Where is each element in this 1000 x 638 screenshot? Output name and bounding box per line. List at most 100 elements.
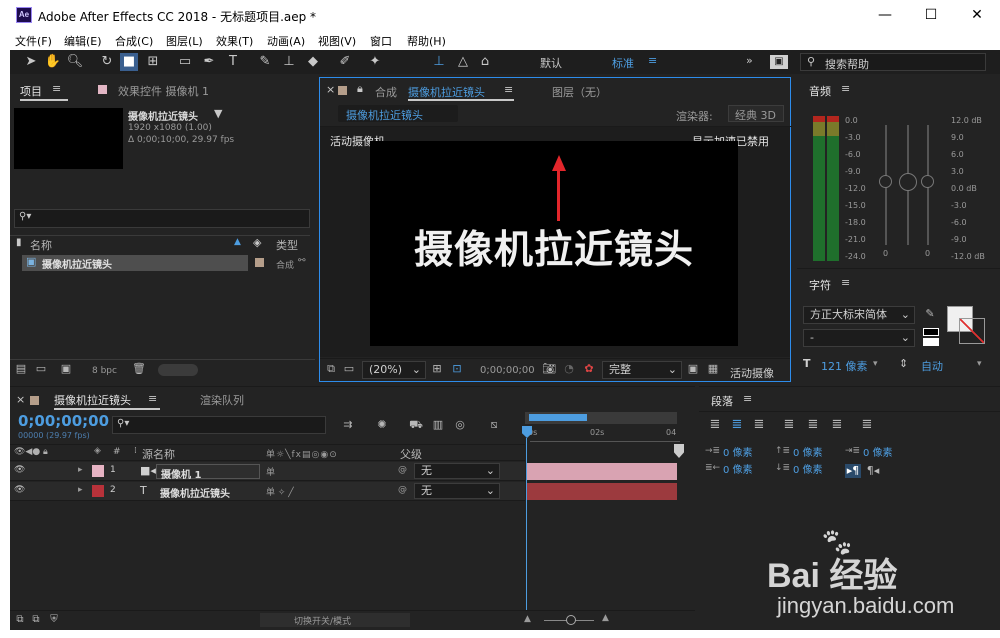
indent-left-value[interactable]: 0 像素: [723, 444, 753, 459]
grid-options-icon[interactable]: ⊞: [430, 362, 444, 376]
layer-name-field[interactable]: 摄像机 1: [156, 464, 260, 481]
puppet-pin-tool-icon[interactable]: ✦: [366, 53, 384, 71]
tab-timeline-comp[interactable]: 摄像机拉近镜头: [54, 392, 131, 408]
col-type-header[interactable]: 类型: [276, 237, 298, 253]
tab-composition[interactable]: 摄像机拉近镜头: [408, 84, 485, 100]
tab-project[interactable]: 项目: [20, 83, 42, 99]
eyedropper-icon[interactable]: ✎: [923, 307, 937, 321]
toggle-switches-modes-button[interactable]: 切换开关/模式: [260, 613, 410, 627]
tab-layer[interactable]: 图层（无）: [552, 84, 607, 100]
panel-menu-icon[interactable]: ≡: [148, 392, 157, 405]
tab-effect-controls[interactable]: 效果控件 摄像机 1: [118, 83, 209, 99]
menu-effect[interactable]: 效果(T): [216, 33, 253, 49]
close-icon[interactable]: ×: [16, 393, 25, 406]
composition-canvas[interactable]: 摄像机拉近镜头: [370, 141, 738, 346]
layer-duration-bar[interactable]: [527, 483, 677, 500]
rtl-direction-icon[interactable]: ¶◂: [865, 464, 881, 478]
menu-layer[interactable]: 图层(L): [166, 33, 203, 49]
resolution-dropdown[interactable]: 完整 ⌄: [602, 361, 682, 379]
rectangle-tool-icon[interactable]: ▭: [176, 53, 194, 71]
maximize-button[interactable]: ☐: [908, 0, 954, 30]
white-swatch[interactable]: [923, 338, 939, 346]
flowchart-icon[interactable]: ⚯: [298, 256, 306, 266]
selection-tool-icon[interactable]: ➤: [22, 53, 40, 71]
menu-help[interactable]: 帮助(H): [407, 33, 446, 49]
panel-menu-icon[interactable]: ≡: [841, 276, 850, 289]
black-swatch[interactable]: [923, 328, 939, 336]
magnification-dropdown[interactable]: (20%) ⌄: [362, 361, 426, 379]
brush-tool-icon[interactable]: ✎: [256, 53, 274, 71]
interpret-footage-icon[interactable]: ▤: [14, 362, 28, 376]
shy-layers-icon[interactable]: ⛟: [408, 418, 424, 432]
col-name-header[interactable]: 名称: [30, 237, 52, 253]
parent-pickwhip-icon[interactable]: @: [398, 485, 407, 495]
minimize-button[interactable]: —: [862, 0, 908, 30]
world-axis-icon[interactable]: △: [454, 53, 472, 71]
timeline-layer-row[interactable]: 👁︎ ▸ 1 ■◂ 摄像机 1 单 @ 无 ⌄: [10, 462, 525, 481]
work-area-range[interactable]: [529, 414, 587, 421]
pen-tool-icon[interactable]: ✒: [200, 53, 218, 71]
camera-tool-icon[interactable]: ■: [120, 53, 138, 71]
panel-menu-icon[interactable]: ≡: [743, 392, 752, 405]
bit-depth-button[interactable]: 8 bpc: [92, 366, 117, 376]
project-row-selected[interactable]: ▣ 摄像机拉近镜头: [22, 255, 248, 271]
chevron-down-icon[interactable]: ▾: [977, 359, 982, 369]
layer-label-color[interactable]: [92, 485, 104, 497]
sort-icon[interactable]: ▮: [16, 237, 22, 248]
expand-arrow-icon[interactable]: ▸: [78, 485, 83, 495]
align-left-icon[interactable]: ≣: [707, 418, 723, 432]
workspace-standard[interactable]: 标准: [612, 55, 634, 71]
ltr-direction-icon[interactable]: ▸¶: [845, 464, 861, 478]
parent-pickwhip-icon[interactable]: @: [398, 465, 407, 475]
transparency-grid-icon[interactable]: ▦: [706, 362, 720, 376]
workspace-menu-icon[interactable]: ≡: [648, 54, 657, 67]
region-of-interest-icon[interactable]: ▣: [686, 362, 700, 376]
motion-blur-icon[interactable]: ◎: [452, 418, 468, 432]
close-button[interactable]: ✕: [954, 0, 1000, 30]
layer-duration-bar[interactable]: [527, 463, 677, 480]
more-workspaces-button[interactable]: »: [746, 54, 753, 67]
camera-view-dropdown[interactable]: 活动摄像: [730, 365, 774, 381]
font-size-value[interactable]: 121 像素: [821, 358, 868, 374]
new-folder-icon[interactable]: ▭: [34, 362, 48, 376]
visibility-eye-icon[interactable]: 👁︎: [14, 465, 25, 475]
panel-menu-icon[interactable]: ≡: [52, 82, 61, 95]
font-style-dropdown[interactable]: - ⌄: [803, 329, 915, 347]
viewer-canvas-area[interactable]: 活动摄像机 显示加速已禁用 摄像机拉近镜头: [320, 127, 790, 357]
indent-right-value[interactable]: 0 像素: [723, 461, 753, 476]
local-axis-icon[interactable]: ⊥: [430, 53, 448, 71]
expand-in-out-icon[interactable]: ⛨: [48, 613, 60, 627]
roto-brush-tool-icon[interactable]: ✐: [336, 53, 354, 71]
monitor-icon[interactable]: ▭: [342, 362, 356, 376]
help-search-input[interactable]: ⚲ 搜索帮助: [800, 53, 986, 71]
layer-name-field[interactable]: 摄像机拉近镜头: [156, 484, 260, 500]
align-center-icon[interactable]: ≣: [729, 418, 745, 432]
sort-ascending-icon[interactable]: ▲: [234, 237, 241, 247]
space-before-value[interactable]: 0 像素: [793, 444, 823, 459]
menu-animation[interactable]: 动画(A): [267, 33, 305, 49]
stroke-color-swatch[interactable]: [959, 318, 985, 344]
zoom-out-mountain-icon[interactable]: ▲: [524, 614, 531, 624]
menu-composition[interactable]: 合成(C): [115, 33, 153, 49]
audio-slider-knob-center[interactable]: [899, 173, 917, 191]
audio-slider-knob-left[interactable]: [879, 175, 892, 188]
justify-last-right-icon[interactable]: ≣: [829, 418, 845, 432]
parent-dropdown[interactable]: 无 ⌄: [414, 483, 500, 499]
show-snapshot-icon[interactable]: ◔: [562, 362, 576, 376]
expand-modes-icon[interactable]: ⧉: [30, 613, 42, 627]
timeline-timecode[interactable]: 0;00;00;00: [18, 412, 109, 430]
trash-icon[interactable]: 🗑︎: [132, 362, 146, 376]
thumbnail-slider[interactable]: [158, 364, 198, 376]
layer-label-color[interactable]: [92, 465, 104, 477]
chevron-down-icon[interactable]: ▼: [214, 107, 222, 120]
workspace-default[interactable]: 默认: [540, 55, 562, 71]
zoom-tool-icon[interactable]: 🔍︎: [66, 53, 84, 71]
clone-stamp-tool-icon[interactable]: ⊥: [280, 53, 298, 71]
timeline-layer-row[interactable]: 👁︎ ▸ 2 T 摄像机拉近镜头单 ✧ ╱ @ 无 ⌄: [10, 482, 525, 501]
visibility-eye-icon[interactable]: 👁︎: [14, 485, 25, 495]
snapshot-camera-icon[interactable]: 📷︎: [542, 362, 556, 376]
frame-blending-icon[interactable]: ▥: [430, 418, 446, 432]
lock-icon[interactable]: 🔒︎: [357, 82, 363, 96]
timeline-zoom-knob[interactable]: [566, 615, 576, 625]
font-family-dropdown[interactable]: 方正大标宋简体 ⌄: [803, 306, 915, 324]
